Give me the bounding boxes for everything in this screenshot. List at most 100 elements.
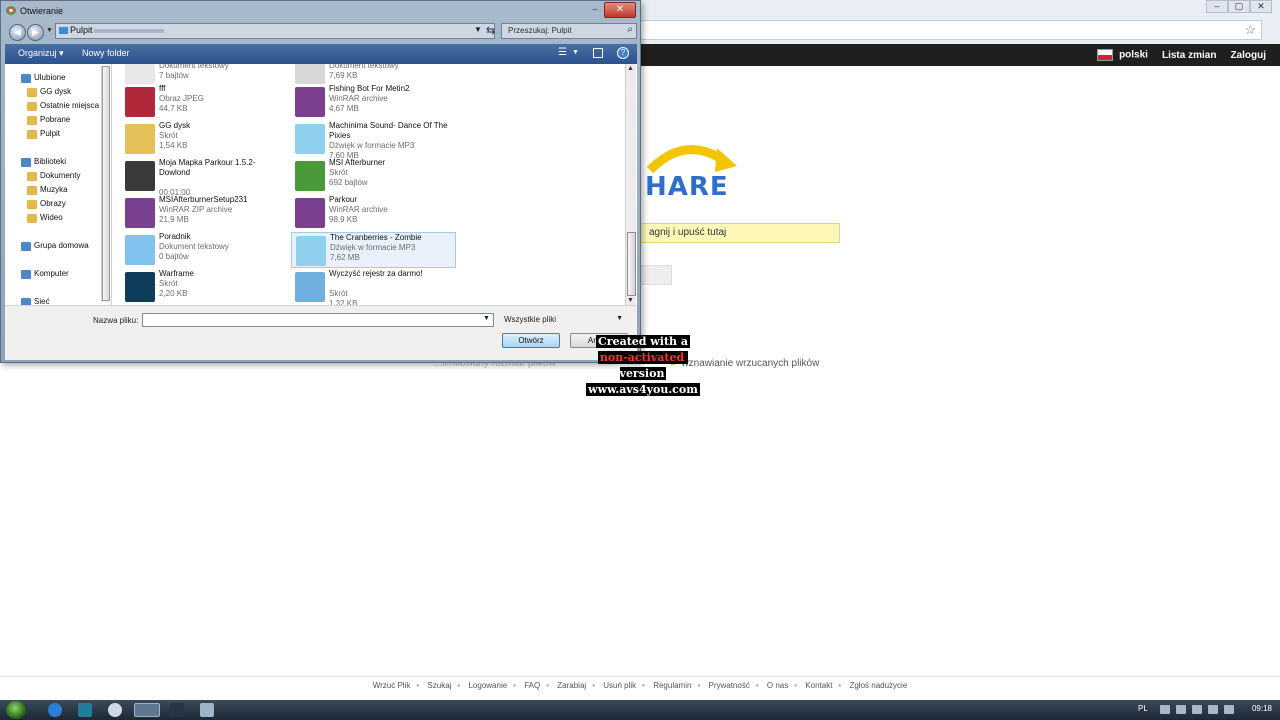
drop-zone[interactable]: agnij i upuść tutaj (640, 223, 840, 243)
forward-button[interactable]: ▶ (27, 24, 44, 41)
file-item[interactable]: Warframe Skrót 2,20 KB (121, 269, 286, 305)
tray-icon[interactable] (1192, 705, 1202, 714)
change-view-icon[interactable]: ☰ (558, 47, 567, 58)
file-item[interactable]: Parkour WinRAR archive 98,9 KB (291, 195, 456, 231)
login-link[interactable]: Zaloguj (1230, 50, 1266, 61)
app-taskbar-icon[interactable] (170, 703, 184, 717)
volume-icon[interactable] (1224, 705, 1234, 714)
nav-item[interactable]: Grupa domowa (34, 241, 89, 250)
changelog-link[interactable]: Lista zmian (1162, 50, 1216, 61)
footer-link[interactable]: Szukaj (427, 681, 451, 690)
dialog-minimize-button[interactable]: – (586, 3, 604, 15)
breadcrumb-bar[interactable]: Pulpit ▼ ⇆ (55, 23, 495, 39)
file-item[interactable]: MSIAfterburnerSetup231 WinRAR ZIP archive… (121, 195, 286, 231)
video-icon (27, 214, 37, 223)
breadcrumb-dropdown[interactable]: ▼ (474, 25, 482, 34)
open-button[interactable]: Otwórz (502, 333, 560, 348)
tray-icon[interactable] (1176, 705, 1186, 714)
upload-button[interactable] (640, 265, 672, 285)
footer-link[interactable]: Regulamin (653, 681, 691, 690)
footer-link[interactable]: O nas (767, 681, 788, 690)
view-options-dropdown[interactable]: ▼ (572, 49, 579, 56)
file-taskbar-icon[interactable] (200, 703, 214, 717)
poland-flag-icon (1097, 49, 1114, 61)
footer-link[interactable]: Zarabiaj (557, 681, 586, 690)
file-item[interactable]: Machinima Sound- Dance Of The Pixies Dźwi… (291, 121, 456, 160)
footer-link[interactable]: FAQ (524, 681, 540, 690)
minimize-button[interactable]: – (1206, 0, 1228, 13)
file-name: Parkour (329, 195, 358, 204)
network-icon (21, 298, 31, 305)
tray-icon[interactable] (1208, 705, 1218, 714)
ie-icon[interactable] (48, 703, 62, 717)
winrar-icon (295, 87, 325, 117)
winrar-icon (295, 198, 325, 228)
clock[interactable]: 09:18 (1252, 704, 1272, 713)
nav-item[interactable]: Dokumenty (40, 171, 80, 180)
new-folder-button[interactable]: Nowy folder (82, 48, 130, 58)
filename-history-dropdown[interactable]: ▼ (483, 315, 490, 322)
file-scroll-thumb[interactable] (627, 232, 636, 296)
scroll-down-arrow-icon[interactable]: ▼ (627, 297, 634, 304)
file-item[interactable]: fff Obraz JPEG 44,7 KB (121, 84, 286, 120)
dialog-close-button[interactable]: ✕ (604, 2, 636, 18)
nav-item[interactable]: Obrazy (40, 199, 66, 208)
footer-link[interactable]: Wrzuć Plik (373, 681, 411, 690)
refresh-icon[interactable]: ⇆ (486, 24, 495, 37)
nav-item[interactable]: Ulubione (34, 73, 66, 82)
footer-link[interactable]: Kontakt (805, 681, 832, 690)
preview-pane-icon[interactable] (593, 48, 603, 58)
footer-link[interactable]: Prywatność (708, 681, 749, 690)
nav-scroll-thumb[interactable] (102, 66, 110, 301)
tray-icon[interactable] (1160, 705, 1170, 714)
start-button[interactable] (6, 701, 26, 719)
file-size: 4,67 MB (329, 104, 359, 113)
file-item[interactable]: Fishing Bot For Metin2 WinRAR archive 4,67… (291, 84, 456, 120)
footer-link[interactable]: Logowanie (468, 681, 507, 690)
input-language[interactable]: PL (1138, 704, 1148, 713)
file-item[interactable]: Moja Mapka Parkour 1.5.2- Dowlond 00:01:0… (121, 158, 286, 197)
file-scrollbar[interactable]: ▲ ▼ (625, 64, 636, 305)
mp3-icon (295, 124, 325, 154)
media-player-icon[interactable] (78, 703, 92, 717)
computer-icon (21, 270, 31, 279)
search-icon[interactable]: ⌕ (627, 24, 633, 35)
filename-input[interactable] (142, 313, 494, 327)
nav-item[interactable]: Komputer (34, 269, 69, 278)
open-file-dialog: Otwieranie – ✕ ◀ ▶ ▼ Pulpit ▼ ⇆ Przeszuk… (0, 0, 641, 363)
nav-item[interactable]: Muzyka (40, 185, 68, 194)
scroll-up-arrow-icon[interactable]: ▲ (627, 65, 634, 72)
bookmark-star-icon[interactable]: ☆ (1244, 22, 1256, 38)
file-item[interactable]: Poradnik Dokument tekstowy 0 bajtów (121, 232, 286, 268)
file-type-filter[interactable]: Wszystkie pliki ▼ (501, 313, 627, 327)
file-item[interactable]: The Cranberries - Zombie Dźwięk w formaci… (291, 232, 456, 268)
address-bar[interactable]: ☆ (640, 20, 1262, 40)
organize-button[interactable]: Organizuj ▾ (18, 48, 64, 59)
nav-scrollbar[interactable] (101, 66, 110, 302)
nav-item[interactable]: GG dysk (40, 87, 71, 96)
explorer-icon[interactable] (108, 703, 122, 717)
close-button[interactable]: ✕ (1250, 0, 1272, 13)
file-item[interactable]: MSI Afterburner Skrót 692 bajtów (291, 158, 456, 194)
file-size: 692 bajtów (329, 178, 368, 187)
footer-link[interactable]: Zgłoś nadużycie (849, 681, 907, 690)
footer-link[interactable]: Usuń plik (603, 681, 636, 690)
nav-item[interactable]: Pobrane (40, 115, 70, 124)
file-name: MSI Afterburner (329, 158, 386, 167)
nav-item[interactable]: Wideo (40, 213, 63, 222)
maximize-button[interactable]: ▢ (1228, 0, 1250, 13)
language-selector[interactable]: polski (1097, 49, 1148, 61)
help-icon[interactable]: ? (617, 47, 629, 59)
nav-item[interactable]: Ostatnie miejsca (40, 101, 99, 110)
chrome-taskbar-icon[interactable] (134, 703, 160, 717)
nav-item[interactable]: Sieć (34, 297, 50, 305)
back-button[interactable]: ◀ (9, 24, 26, 41)
search-input[interactable]: Przeszukaj: Pulpit ⌕ (501, 23, 637, 39)
file-list: Dokument tekstowy 7 bajtów fff Obraz JPEG 44… (112, 64, 637, 305)
nav-item[interactable]: Biblioteki (34, 157, 66, 166)
file-item[interactable]: GG dysk Skrót 1,54 KB (121, 121, 286, 157)
breadcrumb-current[interactable]: Pulpit (70, 25, 93, 35)
nav-item[interactable]: Pulpit (40, 129, 60, 138)
recent-locations-dropdown[interactable]: ▼ (46, 27, 53, 34)
file-item[interactable]: Wyczyść rejestr za darmo! Skrót 1,32 KB (291, 269, 456, 305)
